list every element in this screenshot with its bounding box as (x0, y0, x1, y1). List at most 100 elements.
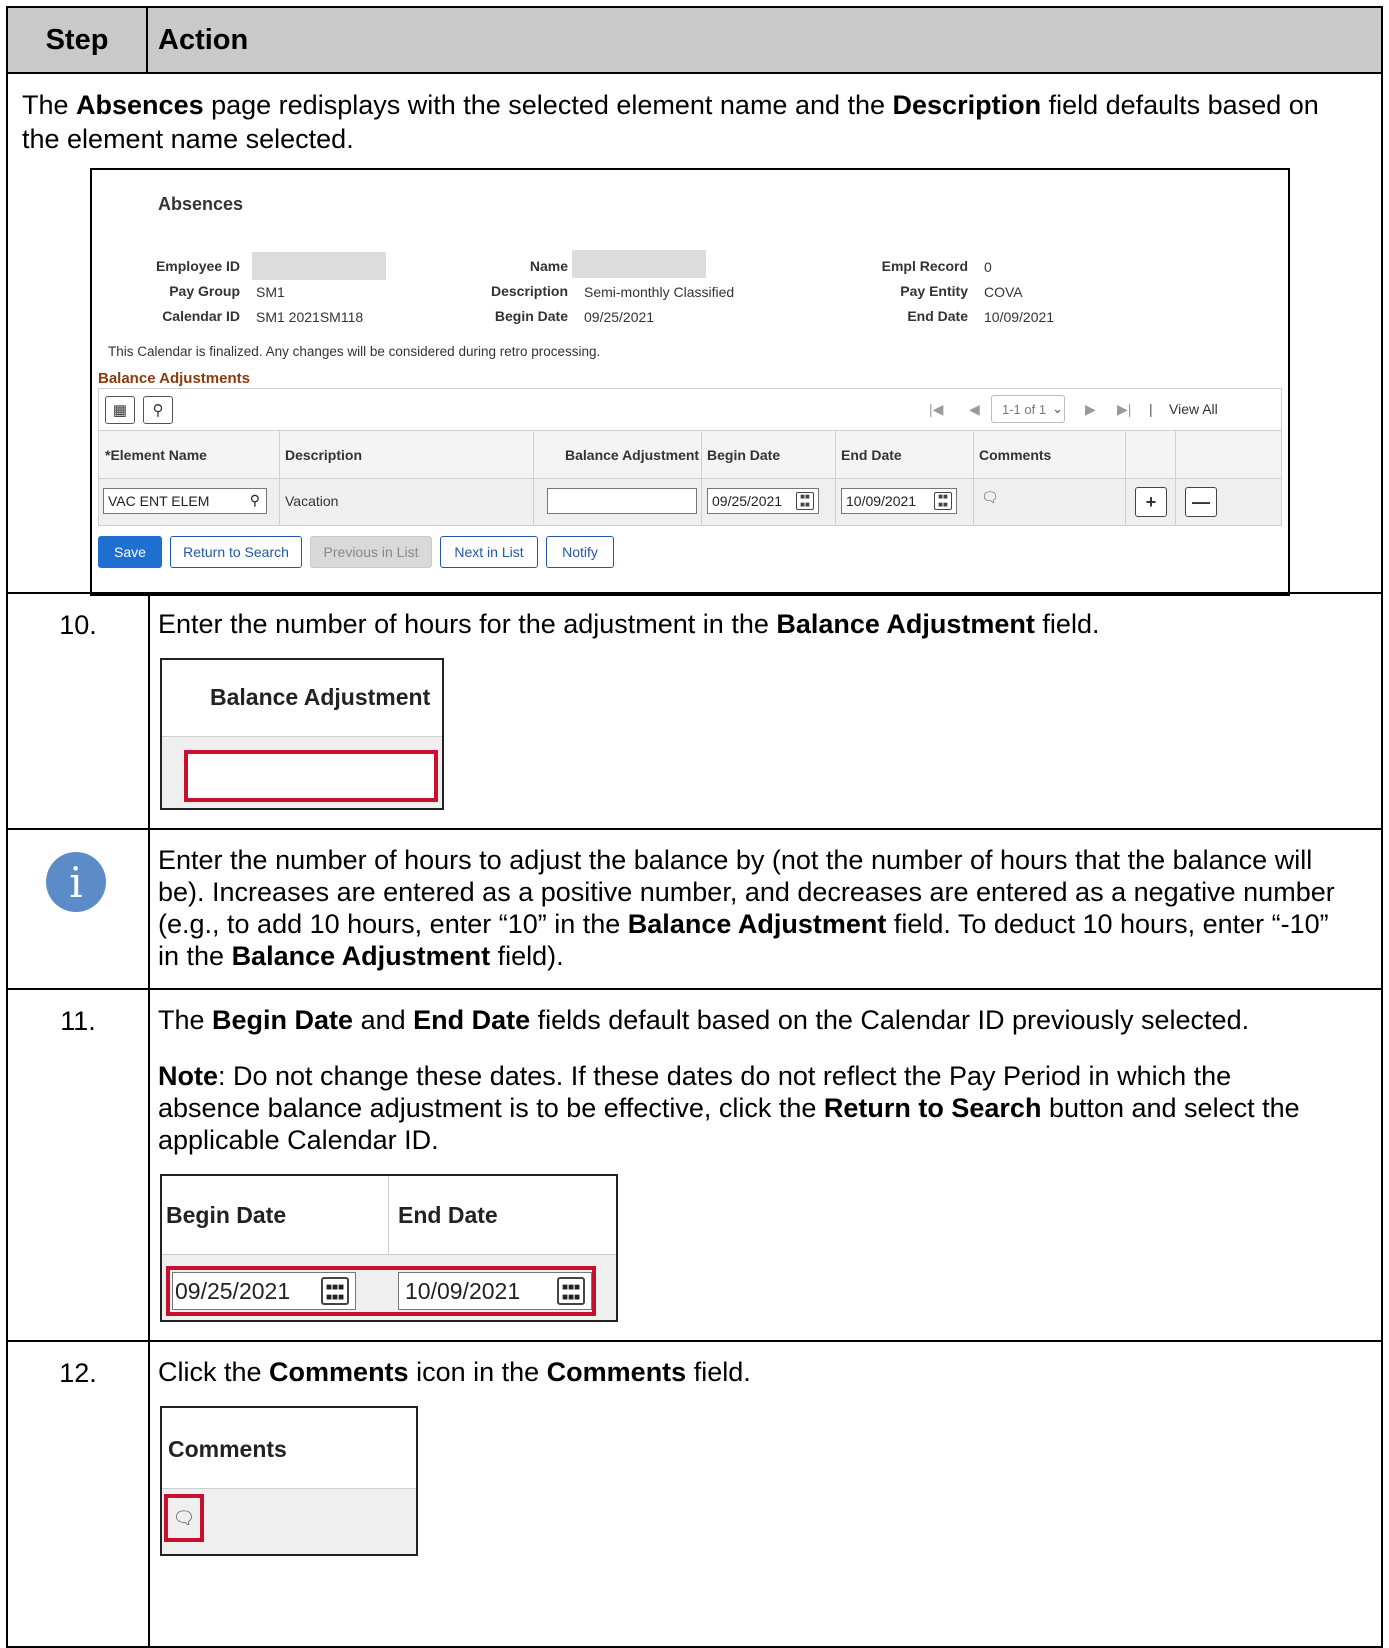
pay-group-value: SM1 (256, 284, 285, 300)
view-all-link[interactable]: View All (1169, 401, 1218, 417)
comments-crop: Comments 🗨 (160, 1406, 418, 1556)
end-date-header: End Date (841, 447, 902, 463)
grid-divider (973, 431, 974, 525)
pay-group-label: Pay Group (169, 283, 240, 299)
table-header: Step Action (8, 8, 1381, 74)
grid-toolbar: ▦ ⚲ |◀ ◀ 1-1 of 1 ⌄ ▶ ▶| | View All (99, 389, 1281, 431)
grid-divider (835, 431, 836, 525)
highlighted-balance-adjustment-input[interactable] (184, 750, 438, 802)
begin-date-header: Begin Date (707, 447, 781, 463)
employee-id-label: Employee ID (155, 258, 240, 274)
page-range-label: 1-1 of 1 (1002, 401, 1047, 417)
step-10-text: Enter the number of hours for the adjust… (158, 609, 1100, 639)
grid-divider (1175, 431, 1176, 525)
chevron-down-icon: ⌄ (1052, 401, 1063, 416)
crop-begin-date-value: 09/25/2021 (175, 1277, 291, 1304)
crop-end-date-header: End Date (398, 1202, 498, 1228)
begin-date-label: Begin Date (494, 308, 568, 324)
page-title: Absences (158, 194, 244, 214)
info-icon: i (46, 852, 106, 912)
name-label: Name (529, 258, 568, 274)
begin-date-value: 09/25/2021 (584, 309, 655, 325)
crop-balance-adjustment-header: Balance Adjustment (210, 684, 431, 710)
search-icon[interactable]: ⚲ (143, 396, 173, 424)
next-page-icon[interactable]: ▶ (1085, 401, 1096, 418)
intro-text: The Absences page redisplays with the se… (22, 90, 1319, 154)
description-value: Semi-monthly Classified (584, 284, 735, 300)
crop-end-date-input[interactable]: 10/09/2021 ■■■ ■■■ (398, 1272, 592, 1310)
begin-date-input-value: 09/25/2021 (712, 493, 783, 509)
previous-page-icon[interactable]: ◀ (969, 401, 980, 418)
action-column-header: Action (158, 23, 249, 56)
pager-divider: | (1149, 401, 1153, 417)
last-page-icon[interactable]: ▶| (1117, 401, 1131, 418)
add-row-button[interactable]: + (1135, 487, 1167, 517)
personalize-icon[interactable]: ▦ (105, 396, 135, 424)
element-name-header: *Element Name (105, 447, 207, 463)
description-header: Description (285, 447, 363, 463)
grid-divider (279, 431, 280, 525)
begin-date-input[interactable]: 09/25/2021 ■■ ■■ (707, 488, 819, 514)
crop-begin-date-input[interactable]: 09/25/2021 ■■■ ■■■ (172, 1272, 356, 1310)
balance-adjustment-header: Balance Adjustment (565, 447, 700, 463)
step-column-header: Step (8, 8, 148, 72)
next-in-list-button[interactable]: Next in List (440, 536, 538, 568)
row-divider (8, 828, 1381, 830)
return-to-search-button[interactable]: Return to Search (170, 536, 302, 568)
step-number: 12. (59, 1358, 97, 1388)
calendar-id-label: Calendar ID (162, 308, 240, 324)
empl-record-value: 0 (984, 259, 992, 275)
step-number: 11. (60, 1006, 96, 1036)
column-divider (148, 592, 150, 1646)
row-divider (8, 1340, 1381, 1342)
calendar-id-value: SM1 2021SM118 (256, 309, 364, 325)
description-label: Description (490, 283, 568, 299)
calendar-icon[interactable]: ■■■ ■■■ (321, 1277, 349, 1305)
element-name-input[interactable]: VAC ENT ELEM ⚲ (103, 488, 267, 514)
end-date-label: End Date (907, 308, 968, 324)
grid-divider (533, 431, 534, 525)
notify-button[interactable]: Notify (546, 536, 614, 568)
empl-record-label: Empl Record (881, 258, 968, 274)
dates-crop: Begin Date End Date 09/25/2021 ■■■ ■■■ 10… (160, 1174, 618, 1322)
pay-entity-value: COVA (984, 284, 1023, 300)
row-description: Vacation (285, 493, 339, 509)
calendar-icon[interactable]: ■■ ■■ (796, 492, 814, 510)
step-11-text: The Begin Date and End Date fields defau… (158, 1005, 1250, 1035)
grid-divider (1125, 431, 1126, 525)
end-date-input-value: 10/09/2021 (846, 493, 917, 509)
calendar-icon[interactable]: ■■■ ■■■ (557, 1277, 585, 1305)
end-date-value: 10/09/2021 (984, 309, 1055, 325)
balance-adjustment-input[interactable] (547, 488, 697, 514)
comments-icon[interactable]: 🗨 (981, 489, 999, 506)
crop-end-date-value: 10/09/2021 (405, 1277, 521, 1304)
name-redacted (572, 250, 706, 278)
end-date-input[interactable]: 10/09/2021 ■■ ■■ (841, 488, 957, 514)
table-row: VAC ENT ELEM ⚲ Vacation 09/25/2021 ■■ ■■ … (99, 479, 1281, 525)
step-12-text: Click the Comments icon in the Comments … (158, 1357, 751, 1387)
balance-adjustments-grid: ▦ ⚲ |◀ ◀ 1-1 of 1 ⌄ ▶ ▶| | View All *Ele… (98, 388, 1282, 526)
delete-row-button[interactable]: — (1185, 487, 1217, 517)
page-range-select[interactable]: 1-1 of 1 ⌄ (991, 395, 1065, 423)
element-name-value: VAC ENT ELEM (108, 493, 210, 509)
search-icon[interactable]: ⚲ (250, 492, 260, 509)
balance-adjustment-crop: Balance Adjustment (160, 658, 444, 810)
crop-comments-header: Comments (168, 1436, 287, 1462)
absences-screenshot: Absences Employee ID Pay Group SM1 Calen… (90, 168, 1290, 596)
pay-entity-label: Pay Entity (900, 283, 968, 299)
crop-begin-date-header: Begin Date (166, 1202, 287, 1228)
instruction-table: Step Action The Absences page redisplays… (6, 6, 1383, 1648)
row-divider (8, 592, 1381, 594)
info-text: Enter the number of hours to adjust the … (158, 845, 1335, 971)
step-number: 10. (59, 610, 97, 640)
balance-adjustments-title: Balance Adjustments (98, 370, 250, 387)
save-button[interactable]: Save (98, 536, 162, 568)
first-page-icon[interactable]: |◀ (929, 401, 943, 418)
finalized-note: This Calendar is finalized. Any changes … (108, 344, 601, 359)
employee-id-redacted (252, 252, 386, 280)
grid-divider (701, 431, 702, 525)
step-11-note: Note: Do not change these dates. If thes… (158, 1061, 1300, 1155)
comments-icon[interactable]: 🗨 (164, 1494, 204, 1542)
previous-in-list-button[interactable]: Previous in List (310, 536, 432, 568)
calendar-icon[interactable]: ■■ ■■ (934, 492, 952, 510)
